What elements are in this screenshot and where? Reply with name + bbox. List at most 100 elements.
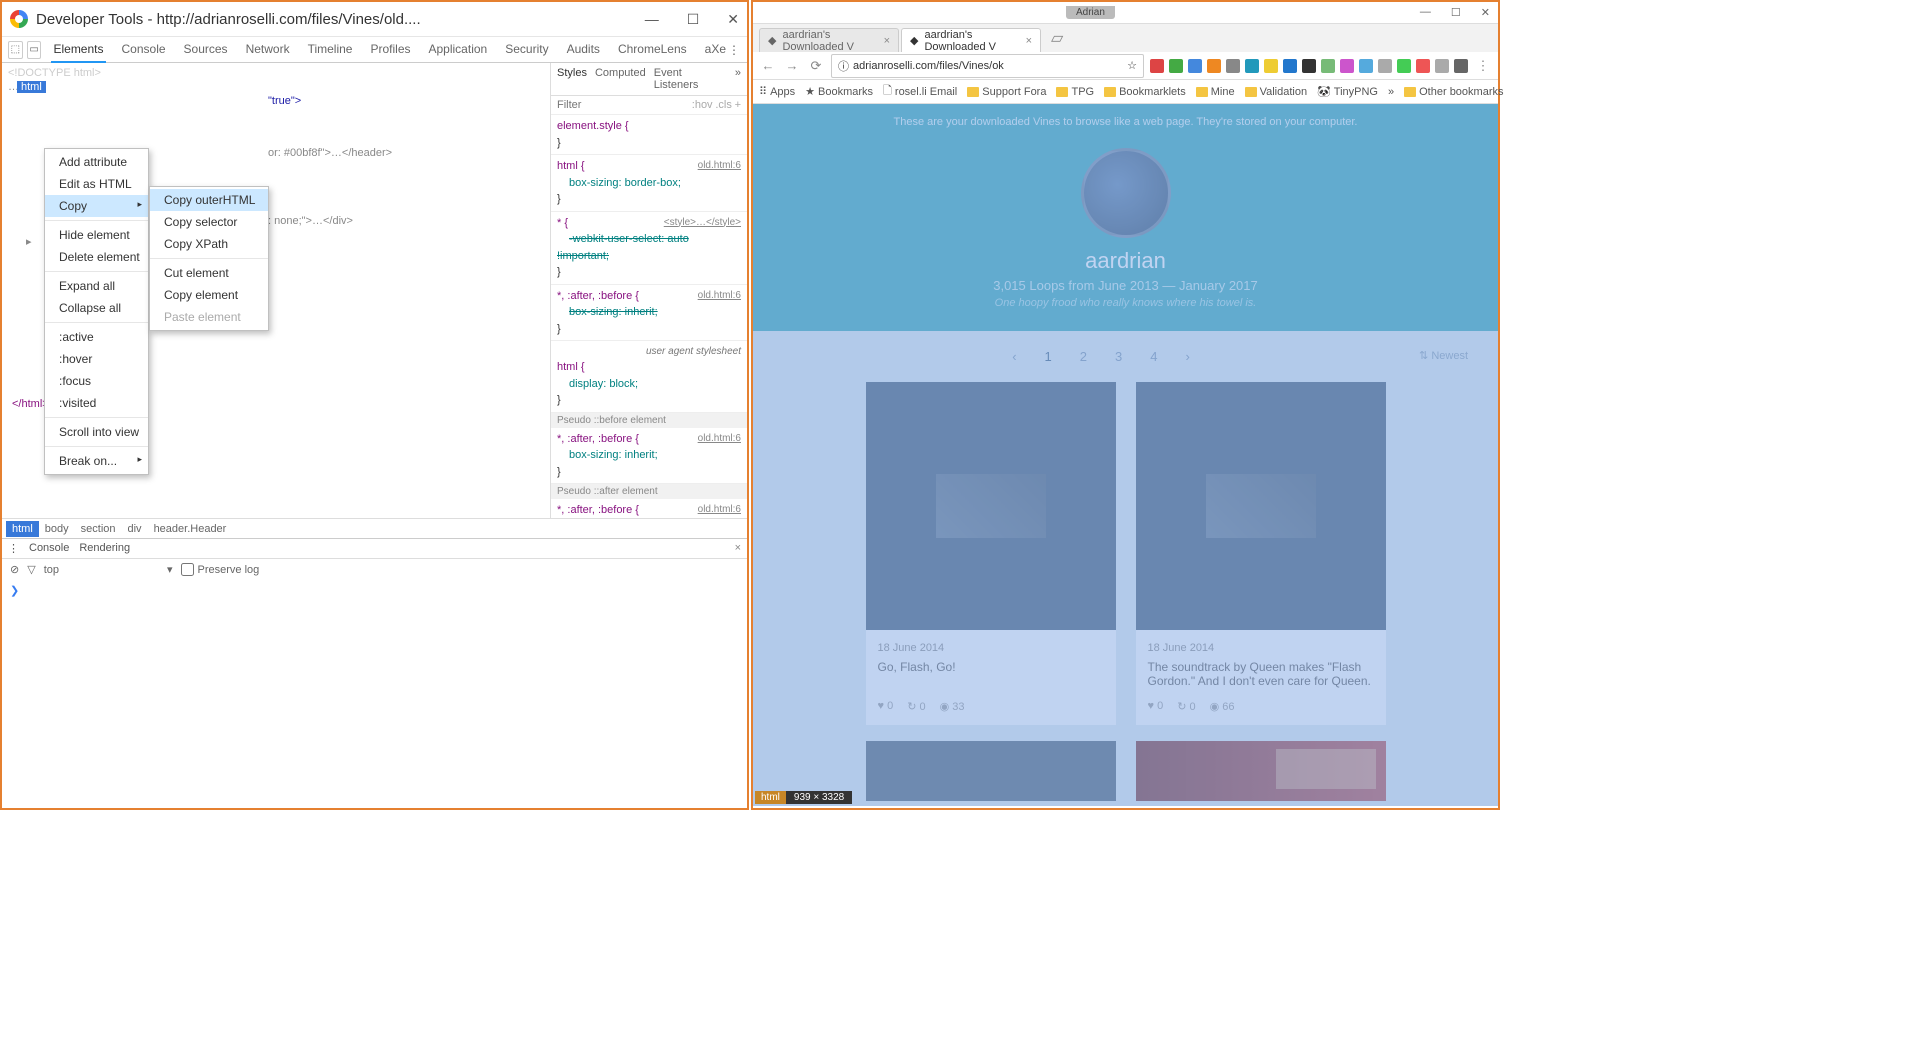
bookmark-folder[interactable]: Support Fora [967,86,1046,98]
ext-icon[interactable] [1359,59,1373,73]
drawer-tab-console[interactable]: Console [29,542,69,555]
tab-close-icon[interactable]: × [1026,35,1032,47]
clear-console-icon[interactable]: ⊘ [10,563,19,576]
tab-profiles[interactable]: Profiles [368,37,412,63]
hov-toggle[interactable]: :hov [692,99,713,111]
ext-icon[interactable] [1321,59,1335,73]
ctx-copy-outerhtml[interactable]: Copy outerHTML [150,189,268,211]
styles-filter-input[interactable] [557,99,607,111]
ctx-visited[interactable]: :visited [45,392,148,414]
rule-after[interactable]: old.html:6*, :after, :before {box-sizing… [551,499,747,518]
context-select[interactable]: top [44,564,59,576]
close-button[interactable]: ✕ [1481,6,1490,19]
inspect-icon[interactable]: ⬚ [8,41,23,59]
ctx-active[interactable]: :active [45,326,148,348]
tab-audits[interactable]: Audits [565,37,602,63]
ctx-hide[interactable]: Hide element [45,224,148,246]
breadcrumb-div[interactable]: div [122,521,148,537]
reload-button[interactable]: ⟳ [807,57,825,75]
rule-element-style[interactable]: element.style {} [551,115,747,155]
ext-icon[interactable] [1416,59,1430,73]
tab-timeline[interactable]: Timeline [306,37,355,63]
cls-toggle[interactable]: .cls [715,99,732,111]
tab-elements[interactable]: Elements [51,37,105,63]
minimize-button[interactable]: — [645,11,659,28]
ext-icon[interactable] [1188,59,1202,73]
ext-icon[interactable] [1454,59,1468,73]
star-icon[interactable]: ☆ [1127,59,1137,72]
ctx-hover[interactable]: :hover [45,348,148,370]
device-icon[interactable]: ▭ [27,41,42,59]
ctx-copy[interactable]: Copy [45,195,148,217]
rule-html[interactable]: old.html:6html {box-sizing: border-box;} [551,155,747,212]
tab-security[interactable]: Security [503,37,550,63]
console-body[interactable]: ❯ [2,580,747,790]
ext-icon[interactable] [1340,59,1354,73]
bookmark-item[interactable]: 🐼 TinyPNG [1317,85,1378,98]
bookmark-folder[interactable]: TPG [1056,86,1094,98]
ctx-edit-html[interactable]: Edit as HTML [45,173,148,195]
styles-tab-computed[interactable]: Computed [595,67,646,91]
styles-tab-styles[interactable]: Styles [557,67,587,91]
maximize-button[interactable]: ☐ [687,11,700,28]
profile-badge[interactable]: Adrian [1066,6,1115,19]
tab-close-icon[interactable]: × [884,35,890,47]
browser-tab[interactable]: ◆aardrian's Downloaded V× [759,28,899,52]
forward-button[interactable]: → [783,57,801,75]
url-input[interactable]: ⓘ adrianroselli.com/files/Vines/ok ☆ [831,54,1144,78]
drawer-close-icon[interactable]: × [735,542,741,555]
other-bookmarks[interactable]: Other bookmarks [1404,86,1503,98]
tab-axe[interactable]: aXe [703,37,728,63]
ctx-add-attribute[interactable]: Add attribute [45,151,148,173]
elements-tree[interactable]: <!DOCTYPE html> …html "true"> or: #00bf8… [2,63,550,518]
drawer-menu-icon[interactable]: ⋮ [8,542,19,555]
ctx-break[interactable]: Break on... [45,450,148,472]
ext-icon[interactable] [1245,59,1259,73]
ext-icon[interactable] [1150,59,1164,73]
ext-icon[interactable] [1283,59,1297,73]
drawer-tab-rendering[interactable]: Rendering [79,542,130,555]
ext-icon[interactable] [1397,59,1411,73]
tab-sources[interactable]: Sources [182,37,230,63]
minimize-button[interactable]: — [1420,6,1431,19]
kebab-menu-icon[interactable]: ⋮ [728,43,741,57]
site-info-icon[interactable]: ⓘ [838,58,849,74]
ctx-copy-selector[interactable]: Copy selector [150,211,268,233]
tab-console[interactable]: Console [120,37,168,63]
ctx-copy-xpath[interactable]: Copy XPath [150,233,268,255]
apps-button[interactable]: ⠿ Apps [759,85,795,98]
rule-star[interactable]: <style>…</style>* {-webkit-user-select: … [551,212,747,285]
rule-html-ua[interactable]: user agent stylesheethtml {display: bloc… [551,341,747,413]
ext-icon[interactable] [1302,59,1316,73]
ext-icon[interactable] [1435,59,1449,73]
maximize-button[interactable]: ☐ [1451,6,1461,19]
ext-icon[interactable] [1207,59,1221,73]
close-button[interactable]: ✕ [727,11,739,28]
new-tab-button[interactable]: ▱ [1043,24,1071,52]
tab-network[interactable]: Network [244,37,292,63]
bookmark-item[interactable]: ★ Bookmarks [805,85,873,98]
breadcrumb-body[interactable]: body [39,521,75,537]
ext-icon[interactable] [1169,59,1183,73]
preserve-log-checkbox[interactable]: Preserve log [181,563,260,576]
ext-icon[interactable] [1264,59,1278,73]
bookmark-folder[interactable]: Validation [1245,86,1308,98]
ctx-cut-element[interactable]: Cut element [150,262,268,284]
bookmark-folder[interactable]: Bookmarklets [1104,86,1186,98]
back-button[interactable]: ← [759,57,777,75]
tab-chromelens[interactable]: ChromeLens [616,37,689,63]
styles-tab-listeners[interactable]: Event Listeners [654,67,727,91]
chrome-menu-icon[interactable]: ⋮ [1474,57,1492,75]
rule-before[interactable]: old.html:6*, :after, :before {box-sizing… [551,428,747,485]
ctx-copy-element[interactable]: Copy element [150,284,268,306]
bookmark-folder[interactable]: Mine [1196,86,1235,98]
html-element-selected[interactable]: html [17,81,46,93]
breadcrumb-html[interactable]: html [6,521,39,537]
ctx-delete[interactable]: Delete element [45,246,148,268]
ctx-expand[interactable]: Expand all [45,275,148,297]
ctx-scroll[interactable]: Scroll into view [45,421,148,443]
ctx-focus[interactable]: :focus [45,370,148,392]
breadcrumb-section[interactable]: section [75,521,122,537]
browser-tab-active[interactable]: ◆aardrian's Downloaded V× [901,28,1041,52]
ext-icon[interactable] [1378,59,1392,73]
